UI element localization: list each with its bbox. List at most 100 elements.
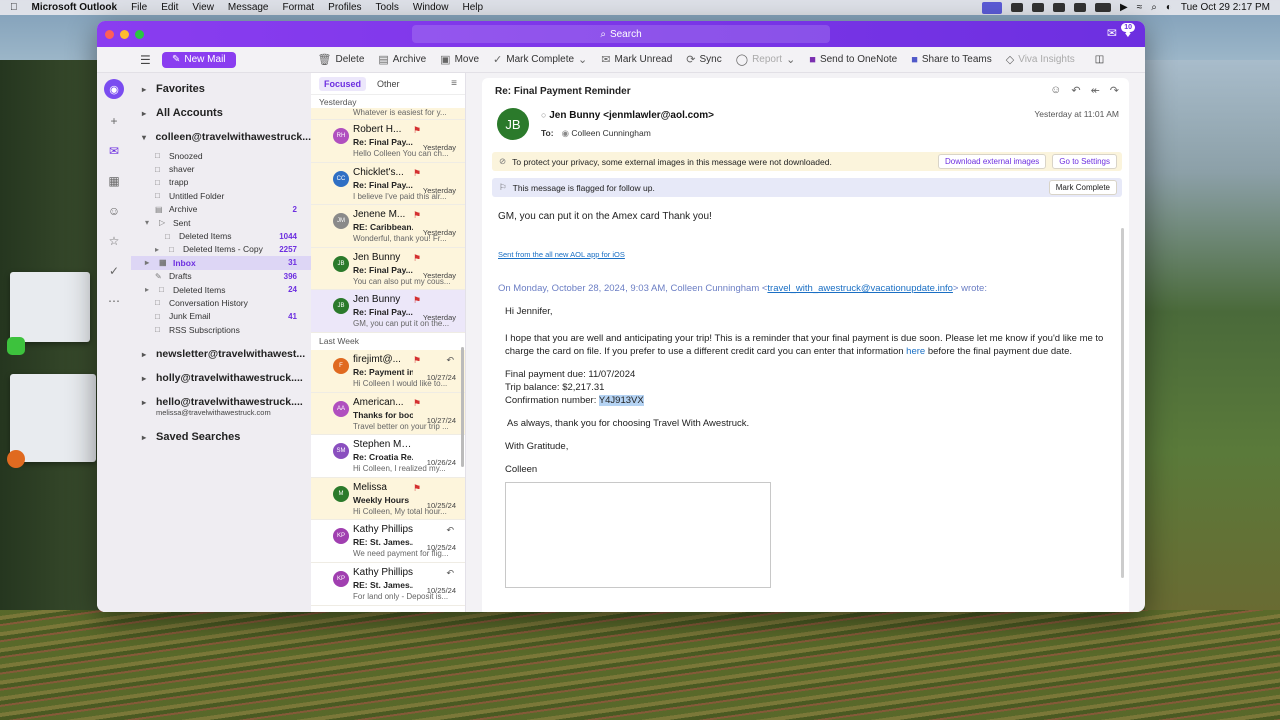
zoom-window-button[interactable] <box>135 29 144 39</box>
firefox-app-icon[interactable] <box>7 450 25 468</box>
archive-button[interactable]: ▤ Archive <box>378 53 426 66</box>
people-icon[interactable]: ☺ <box>106 203 122 219</box>
list-item-partial[interactable]: Whatever is easiest for y... <box>311 108 465 120</box>
folder-deleted-items[interactable]: □ Deleted Items 1044 <box>131 229 311 242</box>
new-mail-button[interactable]: ✎ New Mail <box>162 51 236 68</box>
sync-button[interactable]: ⟳ Sync <box>686 53 721 66</box>
favorites-header[interactable]: ▸ Favorites <box>131 77 311 101</box>
delete-button[interactable]: 🗑 Delete <box>318 53 365 66</box>
message-list-scrollbar[interactable] <box>461 347 464 467</box>
tab-focused[interactable]: Focused <box>319 76 367 91</box>
account-holly-header[interactable]: ▸ holly@travelwithawestruck.... <box>131 366 311 390</box>
tasks-icon[interactable]: ✓ <box>106 263 122 279</box>
list-item[interactable]: M Melissa Weekly Hours Hi Colleen, My total… <box>311 477 465 521</box>
dropbox-icon[interactable] <box>1011 3 1024 12</box>
battery-icon[interactable] <box>1095 3 1112 12</box>
folder-deleted-items-2[interactable]: ▸ □ Deleted Items 24 <box>131 283 311 296</box>
flag-icon[interactable]: ⚑ <box>413 168 421 179</box>
folder-conversation-history[interactable]: □ Conversation History <box>131 296 311 309</box>
menu-help[interactable]: Help <box>462 2 483 13</box>
send-to-onenote-button[interactable]: ■ Send to OneNote <box>809 54 897 66</box>
more-apps-icon[interactable]: ⋯ <box>106 293 122 309</box>
list-item[interactable]: Ffirejimt@...Re: Payment in...Hi Colleen… <box>311 349 465 393</box>
messages-app-icon[interactable] <box>7 337 25 355</box>
chevron-right-icon[interactable]: ▸ <box>145 285 155 294</box>
folder-deleted-items-copy[interactable]: ▸ □ Deleted Items - Copy 2257 <box>131 243 311 256</box>
quote-email-link[interactable]: travel_with_awestruck@vacationupdate.inf… <box>767 283 953 294</box>
add-account-icon[interactable]: + <box>106 113 122 129</box>
apple-icon[interactable]:  <box>10 2 18 13</box>
recipient-name[interactable]: Colleen Cunningham <box>571 128 650 138</box>
share-to-teams-button[interactable]: ■ Share to Teams <box>911 54 992 66</box>
chevron-down-icon[interactable]: ⌄ <box>578 53 587 66</box>
close-window-button[interactable] <box>105 29 114 39</box>
menu-app-name[interactable]: Microsoft Outlook <box>32 2 118 13</box>
favorites-star-icon[interactable]: ☆ <box>106 233 122 249</box>
menu-view[interactable]: View <box>192 2 214 13</box>
accounts-globe-icon[interactable]: ◉ <box>104 79 124 99</box>
menu-format[interactable]: Format <box>283 2 315 13</box>
mark-unread-button[interactable]: ✉ Mark Unread <box>601 53 672 66</box>
wifi-icon[interactable]: ≈ <box>1137 2 1143 13</box>
flag-icon[interactable]: ⚑ <box>413 253 421 264</box>
cloud-icon[interactable] <box>1032 3 1045 12</box>
viva-insights-button[interactable]: ◇ Viva Insights <box>1006 53 1075 66</box>
chevron-down-icon[interactable]: ⌄ <box>786 53 795 66</box>
flag-icon[interactable]: ⚑ <box>413 398 421 409</box>
menu-tools[interactable]: Tools <box>376 2 399 13</box>
folder-drafts[interactable]: ✎ Drafts 396 <box>131 270 311 283</box>
menu-message[interactable]: Message <box>228 2 269 13</box>
folder-snoozed[interactable]: □ Snoozed <box>131 149 311 162</box>
emoji-react-icon[interactable]: ☺ <box>1050 84 1061 97</box>
mark-complete-button[interactable]: ✓ Mark Complete ⌄ <box>493 53 587 66</box>
search-input[interactable]: ⌕ Search <box>412 25 830 43</box>
folder-inbox[interactable]: ▸ ▦ Inbox 31 <box>131 256 311 270</box>
chevron-right-icon[interactable]: ▸ <box>155 245 165 254</box>
control-center-icon[interactable]: ◐ <box>1166 2 1172 13</box>
menubar-clock[interactable]: Tue Oct 29 2:17 PM <box>1181 2 1270 13</box>
reading-pane-scrollbar[interactable] <box>1121 228 1124 578</box>
reply-all-icon[interactable]: ↞ <box>1091 84 1100 97</box>
move-button[interactable]: ▣ Move <box>440 53 479 66</box>
mark-complete-banner-button[interactable]: Mark Complete <box>1048 180 1117 195</box>
menu-file[interactable]: File <box>131 2 147 13</box>
account-colleen-header[interactable]: ▾ colleen@travelwithawestruck... <box>131 125 311 149</box>
folder-sent[interactable]: ▾ ▷ Sent <box>131 216 311 229</box>
folder-trapp[interactable]: □ trapp <box>131 176 311 189</box>
app-status-icon[interactable] <box>1053 3 1066 12</box>
list-item[interactable]: JB Jen Bunny Re: Final Pay... You can also … <box>311 247 465 291</box>
folder-untitled[interactable]: □ Untitled Folder <box>131 189 311 202</box>
sender-avatar[interactable]: JB <box>497 108 529 140</box>
list-item[interactable]: RH Robert H... Re: Final Pay... Hello Colle… <box>311 120 465 163</box>
mail-icon[interactable]: ✉ <box>106 143 122 159</box>
list-item[interactable]: KP Kathy Phillips RE: St. James... For land… <box>311 563 465 606</box>
all-accounts-header[interactable]: ▸ All Accounts <box>131 101 311 125</box>
saved-searches-header[interactable]: ▸ Saved Searches <box>131 425 311 449</box>
flag-icon[interactable]: ⚑ <box>413 295 421 306</box>
reply-icon[interactable]: ↶ <box>1071 84 1080 97</box>
forward-icon[interactable]: ↷ <box>1110 84 1119 97</box>
menu-window[interactable]: Window <box>413 2 449 13</box>
flag-icon[interactable]: ⚑ <box>413 355 421 366</box>
go-to-settings-button[interactable]: Go to Settings <box>1052 154 1117 169</box>
here-link[interactable]: here <box>906 346 925 357</box>
calendar-icon[interactable]: ▦ <box>106 173 122 189</box>
hamburger-menu-icon[interactable]: ☰ <box>140 53 152 67</box>
minimize-window-button[interactable] <box>120 29 129 39</box>
spotlight-search-icon[interactable]: ⌕ <box>1151 2 1157 13</box>
tab-other[interactable]: Other <box>372 77 405 91</box>
list-item[interactable]: CC Chicklet's... Re: Final Pay... I believe… <box>311 162 465 206</box>
chevron-right-icon[interactable]: ▸ <box>145 258 155 267</box>
list-item[interactable]: SMStephen MolldremRe: Croatia Re...Hi Co… <box>311 435 465 478</box>
folder-shaver[interactable]: □ shaver <box>131 162 311 175</box>
flag-icon[interactable]: ⚑ <box>413 125 421 136</box>
stage-thumbnail-1[interactable] <box>10 272 90 342</box>
megaphone-icon[interactable]: ✉ <box>1107 26 1117 40</box>
download-images-button[interactable]: Download external images <box>938 154 1047 169</box>
list-item[interactable]: JM Jenene M... RE: Caribbean... Wonderful, … <box>311 205 465 248</box>
report-button[interactable]: ◯ Report ⌄ <box>736 53 796 66</box>
chevron-down-icon[interactable]: ▾ <box>145 218 155 227</box>
flag-icon[interactable]: ⚑ <box>413 210 421 221</box>
flag-icon[interactable]: ⚑ <box>413 483 421 494</box>
list-item[interactable]: JB Jen Bunny Re: Final Pay... GM, you can p… <box>311 290 465 333</box>
